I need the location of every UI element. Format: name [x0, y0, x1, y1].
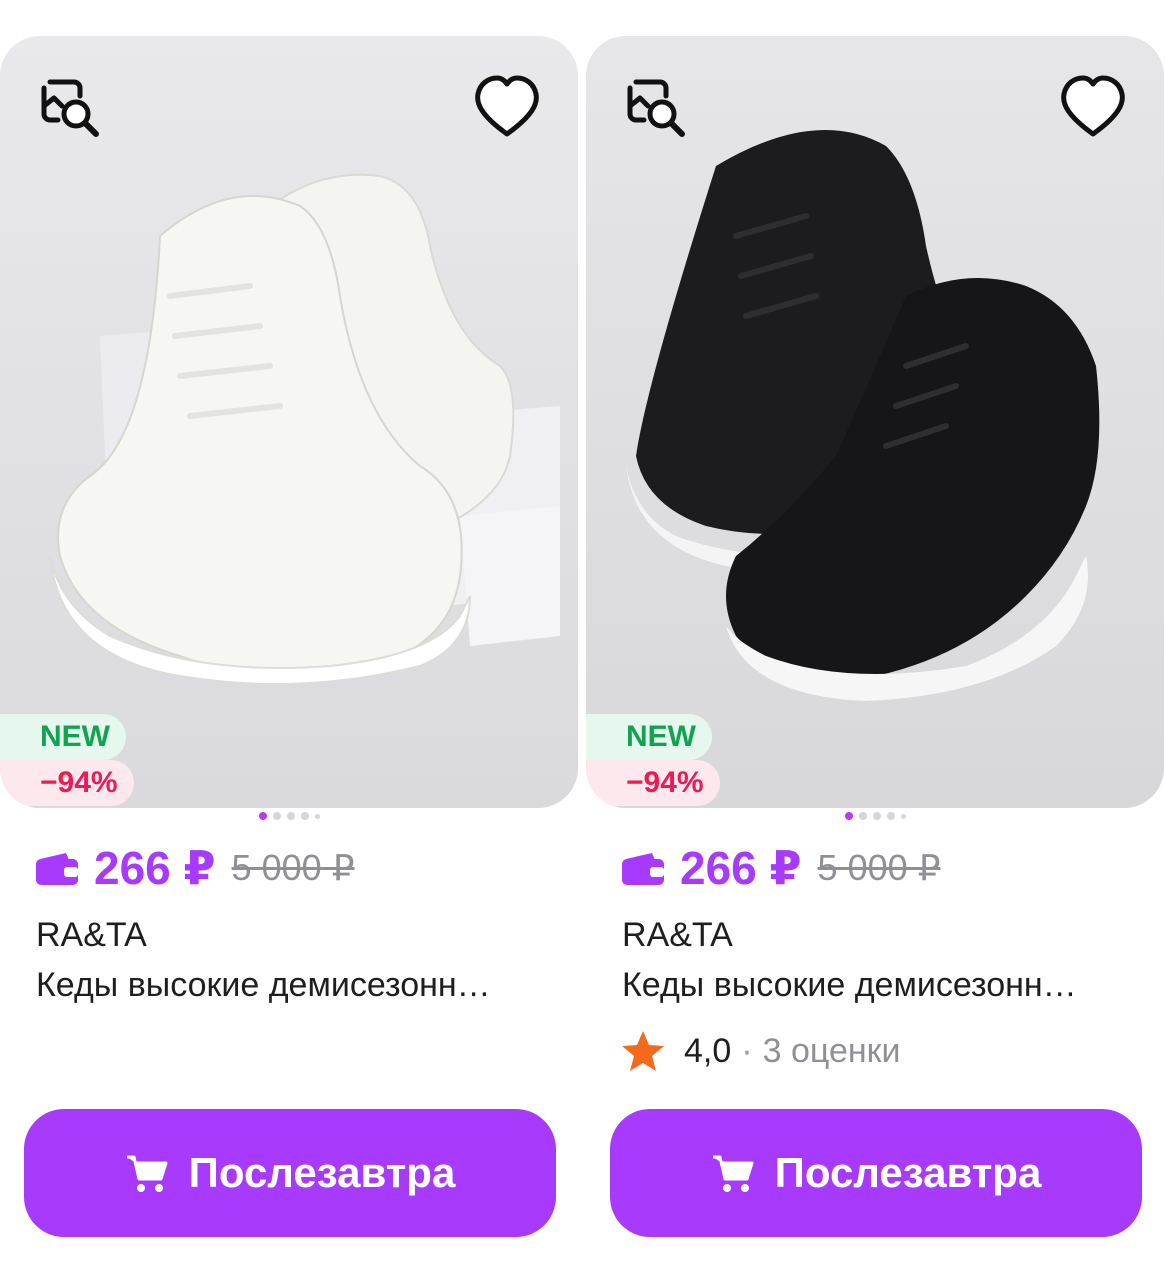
pagination-dot — [844, 812, 853, 820]
photo-pagination — [586, 812, 1164, 824]
rating-separator: · — [741, 1031, 753, 1070]
discount-badge: −94% — [0, 760, 134, 806]
pagination-dot — [872, 812, 881, 820]
cart-icon — [126, 1155, 168, 1192]
new-badge: NEW — [0, 714, 126, 760]
cart-icon — [712, 1155, 754, 1192]
old-price: 5 000 ₽ — [231, 847, 355, 888]
pagination-dot — [286, 812, 295, 820]
current-price: 266 ₽ — [680, 842, 802, 894]
add-to-cart-button[interactable]: Послезавтра — [610, 1109, 1142, 1237]
new-badge: NEW — [586, 714, 712, 760]
discount-badge: −94% — [586, 760, 720, 806]
product-photo[interactable]: NEW −94% — [586, 36, 1164, 808]
pagination-dot — [900, 813, 906, 819]
brand-name: RA&TA — [622, 916, 733, 954]
heart-icon[interactable] — [1056, 70, 1130, 144]
product-card-1[interactable]: NEW −94% 266 ₽ 5 000 ₽ RA&TA Кеды высоки… — [0, 36, 580, 1266]
wallet-icon — [622, 853, 664, 885]
button-label: Послезавтра — [774, 1149, 1042, 1196]
rating-score: 4,0 — [684, 1031, 732, 1070]
pagination-dot — [258, 812, 267, 820]
price-row: 266 ₽ 5 000 ₽ — [622, 836, 941, 900]
heart-icon[interactable] — [470, 70, 544, 144]
add-to-cart-button[interactable]: Послезавтра — [24, 1109, 556, 1237]
white-sneakers-image — [0, 36, 578, 808]
wallet-icon — [36, 853, 78, 885]
product-photo[interactable]: NEW −94% — [0, 36, 578, 808]
pagination-dot — [314, 813, 320, 819]
old-price: 5 000 ₽ — [817, 847, 941, 888]
button-label: Послезавтра — [188, 1149, 456, 1196]
image-search-icon[interactable] — [620, 70, 694, 144]
pagination-dot — [272, 812, 281, 820]
star-icon — [622, 1031, 664, 1071]
product-card-2[interactable]: NEW −94% 266 ₽ 5 000 ₽ RA&TA Кеды высоки… — [586, 36, 1165, 1266]
rating-row[interactable]: 4,0 · 3 оценки — [620, 1028, 901, 1074]
current-price: 266 ₽ — [94, 842, 216, 894]
pagination-dot — [886, 812, 895, 820]
rating-count: 3 оценки — [762, 1031, 901, 1070]
product-title[interactable]: Кеды высокие демисезонн… — [36, 966, 556, 1005]
image-search-icon[interactable] — [34, 70, 108, 144]
black-sneakers-image — [586, 36, 1164, 808]
price-row: 266 ₽ 5 000 ₽ — [36, 836, 355, 900]
photo-pagination — [0, 812, 578, 824]
brand-name: RA&TA — [36, 916, 147, 954]
product-title[interactable]: Кеды высокие демисезонн… — [622, 966, 1142, 1005]
pagination-dot — [300, 812, 309, 820]
pagination-dot — [858, 812, 867, 820]
